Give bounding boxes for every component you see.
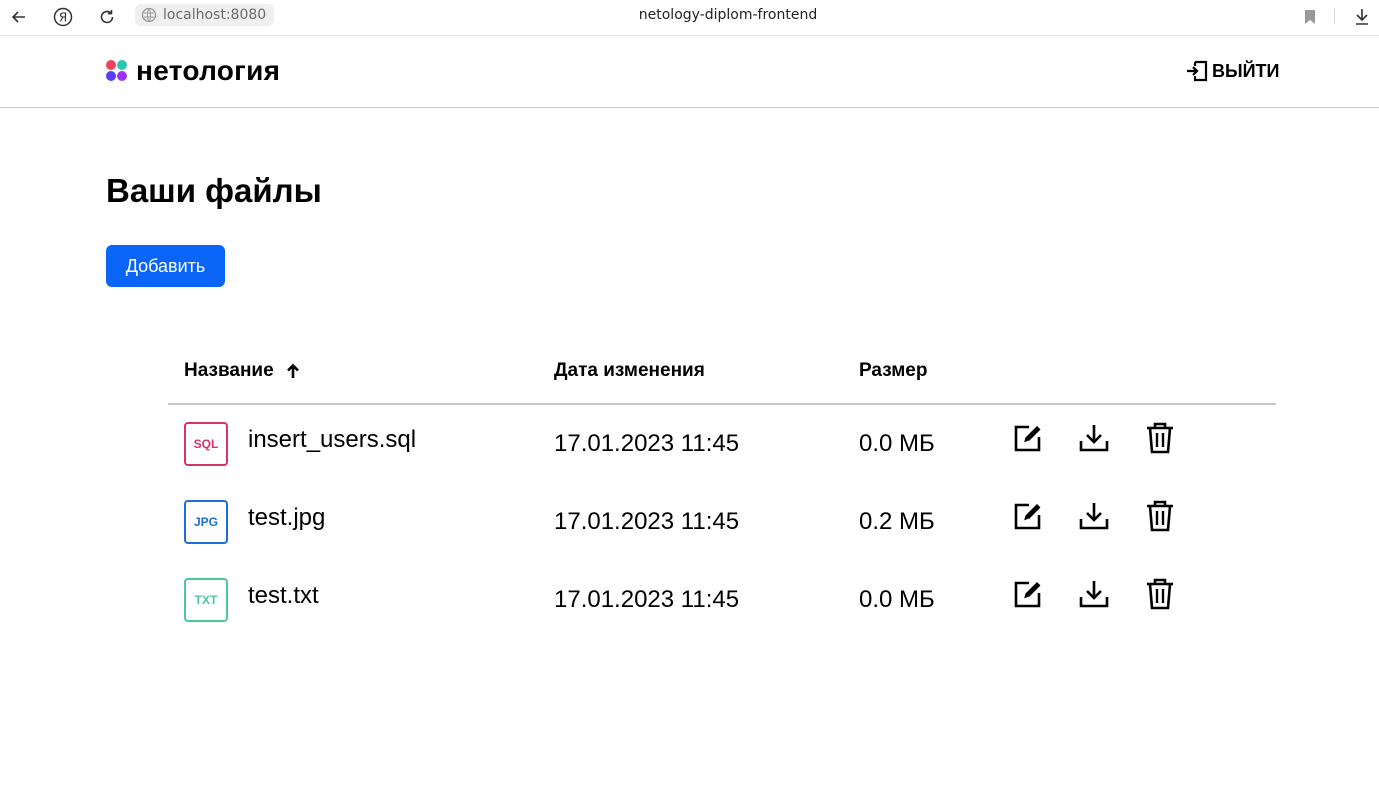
logout-icon: [1187, 60, 1208, 82]
column-header-date[interactable]: Дата изменения: [554, 360, 705, 382]
file-name[interactable]: test.jpg: [248, 504, 325, 532]
column-date-label: Дата изменения: [554, 360, 705, 381]
trash-icon: [1147, 578, 1173, 610]
logout-label: ВЫЙТИ: [1212, 60, 1280, 81]
file-type-badge: SQL: [184, 422, 228, 466]
download-button[interactable]: [1076, 576, 1112, 612]
file-size: 0.0 МБ: [859, 430, 935, 457]
file-name[interactable]: test.txt: [248, 582, 319, 610]
add-file-button[interactable]: Добавить: [106, 245, 225, 287]
table-header-divider: [168, 403, 1276, 405]
logo[interactable]: нетология: [106, 56, 280, 86]
column-name-label: Название: [184, 360, 274, 381]
file-size: 0.2 МБ: [859, 508, 935, 535]
bookmark-button[interactable]: [1296, 4, 1324, 30]
file-modified-date: 17.01.2023 11:45: [554, 586, 740, 613]
browser-toolbar: Я localhost:8080 netology-diplom-fronten…: [0, 0, 1379, 36]
page-title: Ваши файлы: [106, 172, 322, 209]
table-row: JPG test.jpg 17.01.2023 11:45 0.2 МБ: [168, 488, 1276, 548]
logout-button[interactable]: ВЫЙТИ: [1186, 60, 1280, 82]
file-type-badge: JPG: [184, 500, 228, 544]
downloads-button[interactable]: [1348, 4, 1376, 30]
delete-button[interactable]: [1142, 498, 1178, 534]
download-button[interactable]: [1076, 498, 1112, 534]
download-icon: [1079, 503, 1109, 530]
download-button[interactable]: [1076, 420, 1112, 456]
bookmark-icon: [1305, 10, 1315, 24]
column-size-label: Размер: [859, 360, 928, 381]
download-icon: [1079, 425, 1109, 452]
file-modified-date: 17.01.2023 11:45: [554, 430, 740, 457]
file-size: 0.0 МБ: [859, 586, 935, 613]
toolbar-divider: [1334, 8, 1335, 24]
sort-arrow-up-icon: [286, 363, 299, 378]
table-row: TXT test.txt 17.01.2023 11:45 0.0 МБ: [168, 566, 1276, 626]
trash-icon: [1147, 422, 1173, 454]
app-header: нетология ВЫЙТИ: [0, 36, 1379, 108]
download-icon: [1079, 581, 1109, 608]
delete-button[interactable]: [1142, 420, 1178, 456]
column-header-name[interactable]: Название: [184, 360, 300, 382]
file-type-badge: TXT: [184, 578, 228, 622]
edit-icon: [1014, 425, 1041, 452]
trash-icon: [1147, 500, 1173, 532]
download-arrow-icon: [1356, 9, 1368, 25]
logo-text: нетология: [136, 55, 281, 86]
file-name[interactable]: insert_users.sql: [248, 426, 416, 454]
file-modified-date: 17.01.2023 11:45: [554, 508, 740, 535]
delete-button[interactable]: [1142, 576, 1178, 612]
edit-button[interactable]: [1010, 420, 1046, 456]
edit-button[interactable]: [1010, 576, 1046, 612]
tab-title: netology-diplom-frontend: [638, 7, 818, 23]
logo-mark-icon: [106, 60, 128, 82]
column-header-size[interactable]: Размер: [859, 360, 927, 382]
edit-icon: [1014, 581, 1041, 608]
edit-icon: [1014, 503, 1041, 530]
edit-button[interactable]: [1010, 498, 1046, 534]
table-row: SQL insert_users.sql 17.01.2023 11:45 0.0 М…: [168, 410, 1276, 470]
